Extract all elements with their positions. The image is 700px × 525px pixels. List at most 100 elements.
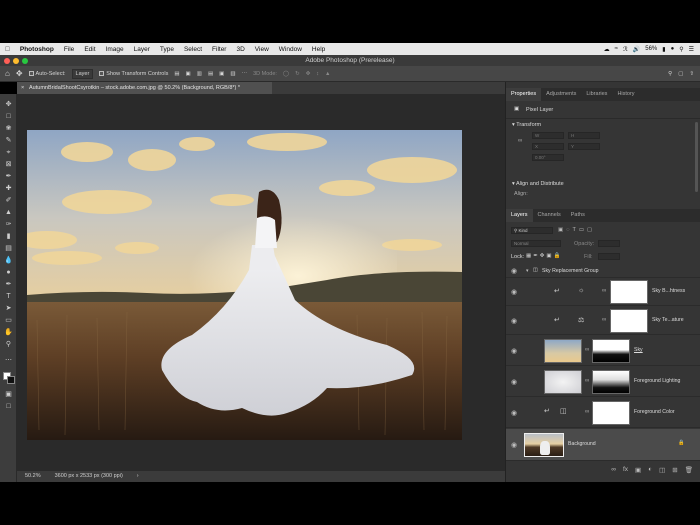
- menu-help[interactable]: Help: [307, 46, 330, 53]
- fill-field[interactable]: [598, 253, 620, 260]
- background-color-swatch[interactable]: [7, 376, 15, 384]
- menu-view[interactable]: View: [250, 46, 274, 53]
- zoom-tool-icon[interactable]: ⚲: [3, 340, 14, 349]
- move-tool-icon[interactable]: ✥: [16, 69, 23, 78]
- tab-paths[interactable]: Paths: [566, 209, 590, 222]
- mask-link-icon[interactable]: ∞: [585, 378, 589, 384]
- kind-filter-dropdown[interactable]: ⚲ Kind: [511, 227, 553, 234]
- height-field[interactable]: H: [568, 132, 600, 139]
- angle-field[interactable]: 0.00°: [532, 154, 564, 161]
- user-icon[interactable]: ●: [671, 46, 675, 52]
- quick-select-tool-icon[interactable]: ✎: [3, 136, 14, 145]
- history-brush-tool-icon[interactable]: ✑: [3, 220, 14, 229]
- layer-style-icon[interactable]: fx: [623, 466, 628, 478]
- rectangle-tool-icon[interactable]: ▭: [3, 316, 14, 325]
- roll-3d-icon[interactable]: ↻: [295, 71, 300, 77]
- document-tab[interactable]: × AutumnBridalShootCsyrotkin – stock.ado…: [17, 82, 272, 94]
- background-layer-thumbnail[interactable]: [524, 433, 564, 457]
- blur-tool-icon[interactable]: 💧: [3, 256, 14, 265]
- eyedropper-tool-icon[interactable]: ✒: [3, 172, 14, 181]
- menu-filter[interactable]: Filter: [207, 46, 231, 53]
- tab-adjustments[interactable]: Adjustments: [541, 88, 581, 101]
- sky-mask-thumbnail[interactable]: [592, 339, 630, 363]
- move-tool-icon[interactable]: ✥: [3, 100, 14, 109]
- width-field[interactable]: W: [532, 132, 564, 139]
- path-select-tool-icon[interactable]: ➤: [3, 304, 14, 313]
- frame-tool-icon[interactable]: ⊠: [3, 160, 14, 169]
- add-mask-icon[interactable]: ▣: [635, 466, 641, 478]
- align-middle-icon[interactable]: ▣: [219, 71, 224, 77]
- slide-3d-icon[interactable]: ↕: [316, 71, 319, 77]
- opacity-field[interactable]: [598, 240, 620, 247]
- tab-properties[interactable]: Properties: [506, 88, 542, 101]
- tab-layers[interactable]: Layers: [506, 209, 533, 222]
- menu-type[interactable]: Type: [155, 46, 179, 53]
- new-group-icon[interactable]: ◫: [659, 466, 665, 478]
- brush-tool-icon[interactable]: ✐: [3, 196, 14, 205]
- foreground-color-mask-thumbnail[interactable]: [592, 401, 630, 425]
- layer-row-sky-temperature[interactable]: ◉ ↵ ⚖ ∞ Sky Te...ature: [506, 307, 700, 335]
- auto-select-checkbox[interactable]: [28, 71, 34, 76]
- visibility-eye-icon[interactable]: ◉: [511, 409, 517, 417]
- blend-mode-dropdown[interactable]: Normal: [511, 240, 561, 247]
- layer-name[interactable]: Sky Te...ature: [652, 317, 684, 323]
- foreground-lighting-thumbnail[interactable]: [544, 370, 582, 394]
- menu-image[interactable]: Image: [101, 46, 129, 53]
- link-layers-icon[interactable]: ∞: [611, 466, 616, 478]
- share-icon[interactable]: ⇧: [689, 71, 694, 77]
- align-top-icon[interactable]: ▤: [208, 71, 213, 77]
- properties-scrollbar[interactable]: [695, 122, 698, 192]
- hand-tool-icon[interactable]: ✋: [3, 328, 14, 337]
- align-right-icon[interactable]: ▥: [197, 71, 202, 77]
- tab-channels[interactable]: Channels: [533, 209, 566, 222]
- delete-layer-icon[interactable]: 🗑: [685, 466, 693, 478]
- marquee-tool-icon[interactable]: □: [3, 112, 14, 121]
- visibility-eye-icon[interactable]: ◉: [511, 267, 517, 275]
- new-adjustment-icon[interactable]: ◐: [648, 466, 652, 478]
- tab-libraries[interactable]: Libraries: [581, 88, 612, 101]
- close-window-button[interactable]: [4, 57, 10, 64]
- quick-mask-icon[interactable]: ▣: [3, 390, 14, 399]
- bluetooth-icon[interactable]: ℛ: [623, 46, 628, 53]
- mask-link-icon[interactable]: ∞: [585, 347, 589, 353]
- menu-3d[interactable]: 3D: [231, 46, 249, 53]
- new-layer-icon[interactable]: ⊞: [672, 466, 677, 478]
- minimize-window-button[interactable]: [13, 57, 19, 64]
- layer-filter-icons[interactable]: ▣◌T▭▢: [558, 227, 595, 233]
- menu-layer[interactable]: Layer: [129, 46, 155, 53]
- document-canvas-image[interactable]: [27, 130, 462, 440]
- battery-icon[interactable]: ▮: [662, 46, 665, 53]
- menu-file[interactable]: File: [59, 46, 79, 53]
- edit-toolbar-icon[interactable]: ⋯: [3, 356, 14, 365]
- visibility-eye-icon[interactable]: ◉: [511, 288, 517, 296]
- layer-row-sky-replacement-group[interactable]: ◉ ▾ ◫ Sky Replacement Group: [506, 264, 700, 278]
- gradient-tool-icon[interactable]: ▤: [3, 244, 14, 253]
- align-section-toggle[interactable]: ▾ Align and Distribute: [512, 181, 564, 187]
- scale-3d-icon[interactable]: ▲: [325, 71, 330, 77]
- mask-link-icon[interactable]: ∞: [602, 317, 606, 323]
- visibility-eye-icon[interactable]: ◉: [511, 347, 517, 355]
- menu-edit[interactable]: Edit: [79, 46, 100, 53]
- layer-name[interactable]: Sky Replacement Group: [542, 268, 599, 274]
- layer-mask-thumbnail[interactable]: [610, 280, 648, 304]
- visibility-eye-icon[interactable]: ◉: [511, 378, 517, 386]
- foreground-lighting-mask-thumbnail[interactable]: [592, 370, 630, 394]
- layer-row-sky-brightness[interactable]: ◉ ↵ ☼ ∞ Sky B...htness: [506, 278, 700, 306]
- x-field[interactable]: X: [532, 143, 564, 150]
- pen-tool-icon[interactable]: ✒: [3, 280, 14, 289]
- layer-name[interactable]: Foreground Color: [634, 409, 675, 415]
- type-tool-icon[interactable]: T: [3, 292, 14, 301]
- visibility-eye-icon[interactable]: ◉: [511, 317, 517, 325]
- screen-mode-icon[interactable]: □: [3, 402, 14, 411]
- dodge-tool-icon[interactable]: ●: [3, 268, 14, 277]
- zoom-level[interactable]: 50.2%: [25, 471, 41, 482]
- lock-icons[interactable]: ▦✒✥▣🔒: [526, 253, 562, 259]
- link-dimensions-icon[interactable]: ∞: [518, 138, 522, 144]
- tab-history[interactable]: History: [612, 88, 639, 101]
- close-tab-icon[interactable]: ×: [21, 82, 24, 94]
- layer-name[interactable]: Foreground Lighting: [634, 378, 680, 384]
- layer-row-sky[interactable]: ◉ ∞ Sky: [506, 336, 700, 366]
- eraser-tool-icon[interactable]: ▮: [3, 232, 14, 241]
- volume-icon[interactable]: 🔊: [633, 46, 640, 53]
- menu-window[interactable]: Window: [274, 46, 307, 53]
